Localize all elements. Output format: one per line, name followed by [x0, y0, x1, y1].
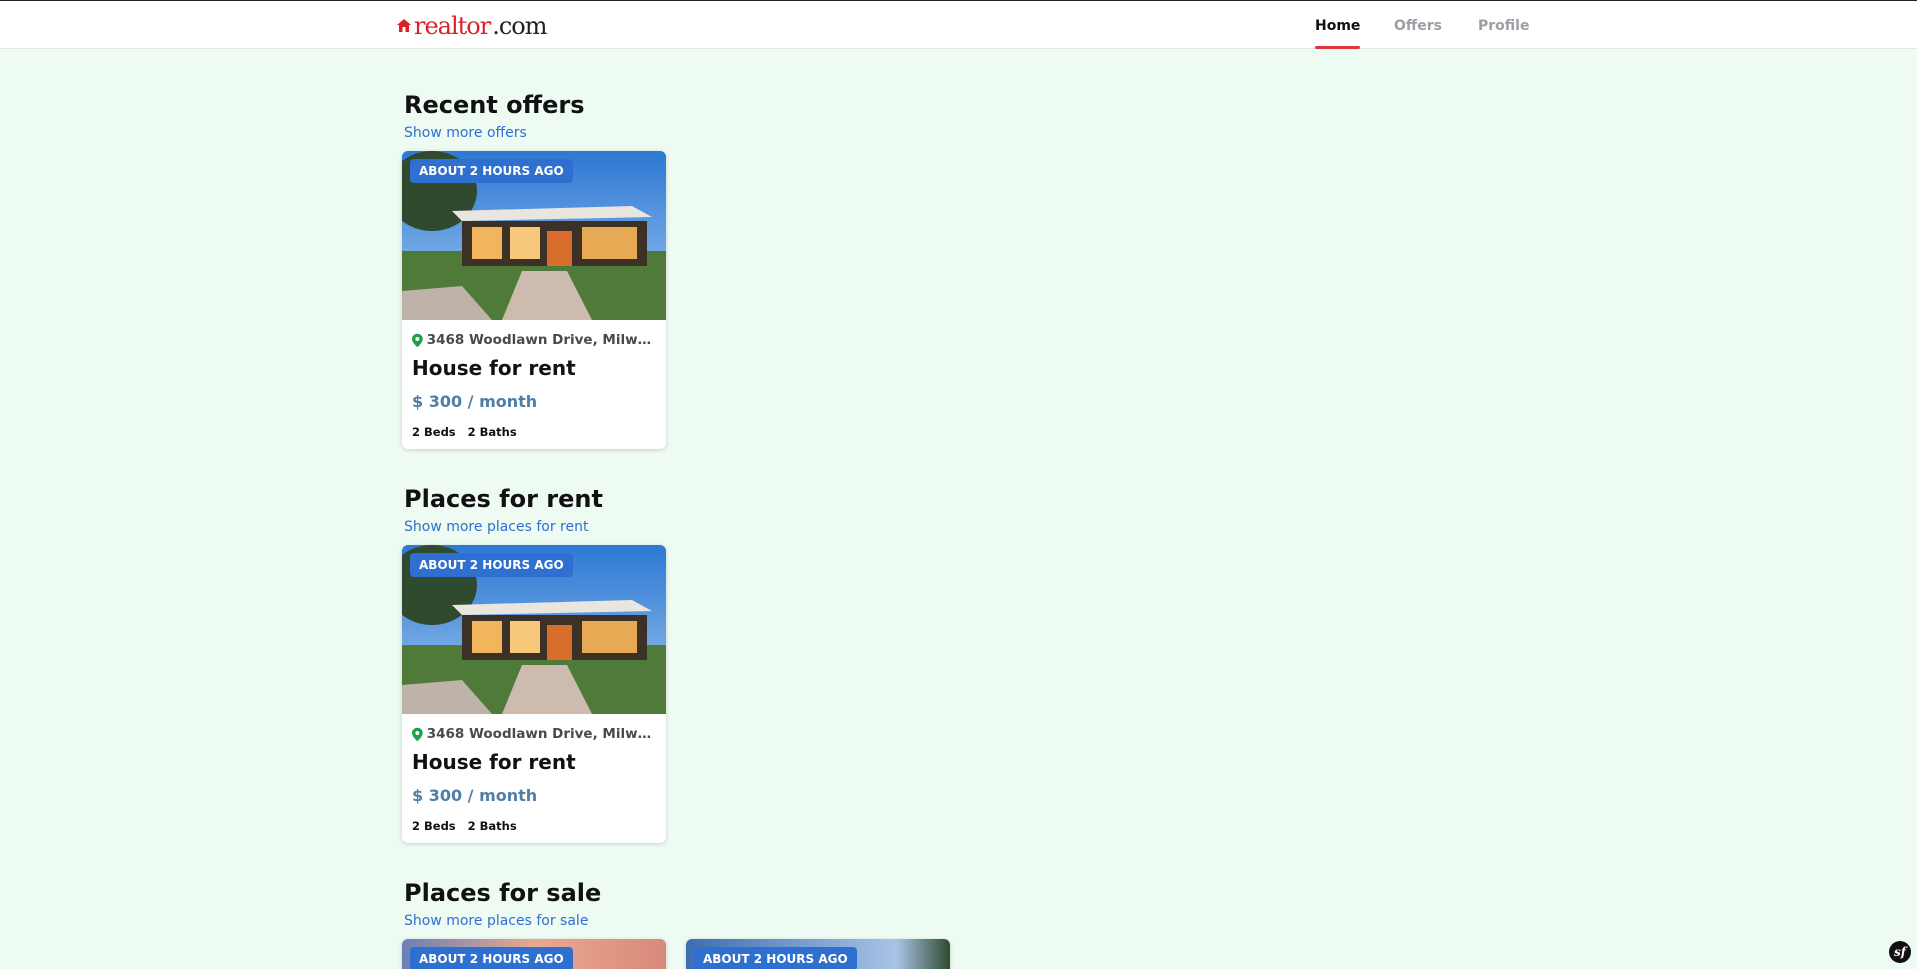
- house-icon: [397, 19, 411, 32]
- nav-offers[interactable]: Offers: [1394, 1, 1442, 50]
- nav-home-label: Home: [1315, 17, 1361, 34]
- listing-address: 3468 Woodlawn Drive, Milwaukee: [412, 332, 656, 348]
- beds-count: 2 Beds: [412, 425, 456, 439]
- address-text: 3468 Woodlawn Drive, Milwaukee: [426, 726, 656, 742]
- show-more-offers-link[interactable]: Show more offers: [404, 125, 585, 141]
- time-badge: ABOUT 2 HOURS AGO: [694, 947, 857, 969]
- symfony-icon[interactable]: sf: [1889, 941, 1911, 963]
- nav-home[interactable]: Home: [1315, 1, 1361, 50]
- map-pin-icon: [412, 727, 423, 741]
- beds-count: 2 Beds: [412, 819, 456, 833]
- address-text: 3468 Woodlawn Drive, Milwaukee: [426, 332, 656, 348]
- listing-title: House for rent: [412, 750, 576, 774]
- recent-offers-section: Recent offers Show more offers: [404, 93, 585, 141]
- logo-text-dark: .com: [492, 12, 547, 40]
- listing-photo: ABOUT 2 HOURS AGO: [402, 151, 666, 320]
- time-badge: ABOUT 2 HOURS AGO: [410, 553, 573, 577]
- nav-offers-label: Offers: [1394, 17, 1442, 34]
- time-badge: ABOUT 2 HOURS AGO: [410, 947, 573, 969]
- realtor-logo[interactable]: realtor .com: [396, 12, 548, 40]
- listing-title: House for rent: [412, 356, 576, 380]
- top-navbar: realtor .com Home Offers Profile: [0, 0, 1917, 49]
- section-title: Places for sale: [404, 879, 602, 907]
- nav-profile-label: Profile: [1478, 17, 1530, 34]
- baths-count: 2 Baths: [467, 819, 517, 833]
- listing-photo: ABOUT 2 HOURS AGO: [402, 545, 666, 714]
- places-for-sale-section: Places for sale Show more places for sal…: [404, 881, 601, 929]
- listing-photo: ABOUT 2 HOURS AGO: [686, 939, 950, 969]
- listing-photo: ABOUT 2 HOURS AGO: [402, 939, 666, 969]
- show-more-rent-link[interactable]: Show more places for rent: [404, 519, 603, 535]
- time-badge: ABOUT 2 HOURS AGO: [410, 159, 573, 183]
- logo-text-red: realtor: [414, 12, 491, 40]
- listing-address: 3468 Woodlawn Drive, Milwaukee: [412, 726, 656, 742]
- map-pin-icon: [412, 333, 423, 347]
- listing-card[interactable]: ABOUT 2 HOURS AGO: [402, 939, 666, 969]
- baths-count: 2 Baths: [467, 425, 517, 439]
- places-for-rent-section: Places for rent Show more places for ren…: [404, 487, 603, 535]
- listing-specs: 2 Beds 2 Baths: [412, 425, 656, 439]
- active-indicator: [1315, 46, 1361, 49]
- listing-card[interactable]: ABOUT 2 HOURS AGO 3468 Woodlawn Drive, M…: [402, 545, 666, 843]
- listing-specs: 2 Beds 2 Baths: [412, 819, 656, 833]
- show-more-sale-link[interactable]: Show more places for sale: [404, 913, 601, 929]
- listing-price: $ 300 / month: [412, 392, 538, 411]
- listing-price: $ 300 / month: [412, 786, 538, 805]
- listing-card[interactable]: ABOUT 2 HOURS AGO 3468 Woodlawn Drive, M…: [402, 151, 666, 449]
- nav-profile[interactable]: Profile: [1478, 1, 1529, 50]
- listing-card[interactable]: ABOUT 2 HOURS AGO: [686, 939, 950, 969]
- section-title: Places for rent: [404, 485, 603, 513]
- section-title: Recent offers: [404, 91, 585, 119]
